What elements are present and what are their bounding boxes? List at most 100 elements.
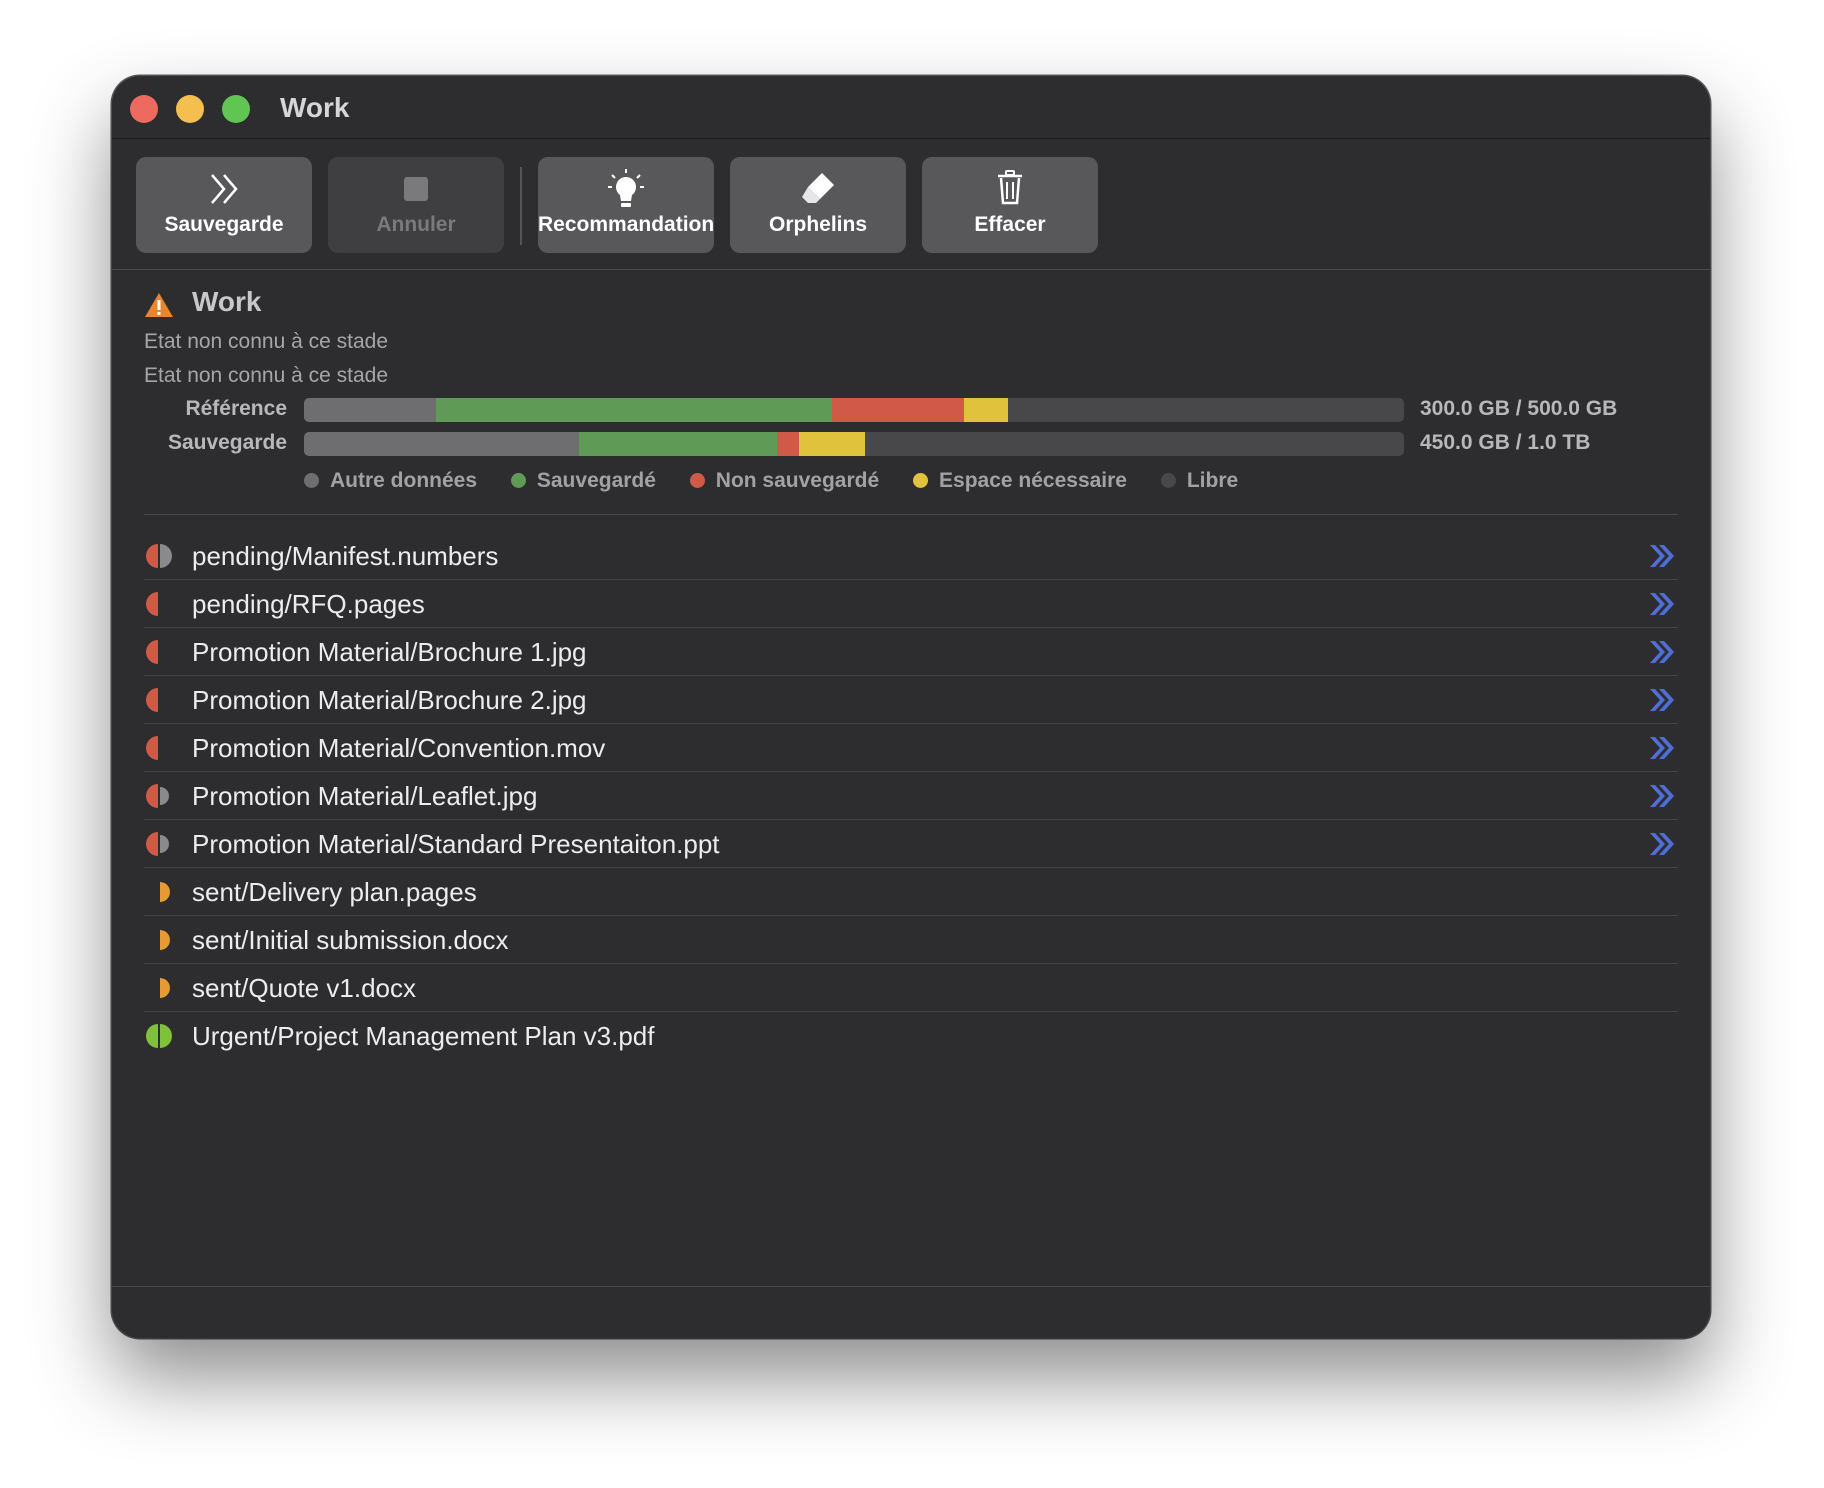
file-row[interactable]: Urgent/Project Management Plan v3.pdf xyxy=(144,1012,1678,1059)
backup-summary: Work Etat non connu à ce stade Etat non … xyxy=(112,270,1710,515)
backup-saved-segment xyxy=(579,432,777,456)
close-window-button[interactable] xyxy=(130,95,158,123)
file-row[interactable]: pending/RFQ.pages xyxy=(144,580,1678,628)
toolbar: Sauvegarde Annuler Recommandation Orphel… xyxy=(112,139,1710,270)
file-row[interactable]: Promotion Material/Standard Presentaiton… xyxy=(144,820,1678,868)
file-row[interactable]: Promotion Material/Brochure 2.jpg xyxy=(144,676,1678,724)
file-path: pending/Manifest.numbers xyxy=(192,541,499,571)
cancel-button[interactable]: Annuler xyxy=(328,157,504,253)
legend-dot xyxy=(510,473,526,488)
legend-label: Autre données xyxy=(330,469,478,492)
backup-file-chevron-icon[interactable] xyxy=(1646,542,1678,570)
recommendation-button[interactable]: Recommandation xyxy=(538,157,714,253)
backup-needed-segment xyxy=(799,432,865,456)
legend-unsaved: Non sauvegardé xyxy=(689,469,880,493)
backup-file-chevron-icon[interactable] xyxy=(1646,686,1678,714)
chevron-double-right-icon xyxy=(211,174,238,204)
backup-file-chevron-icon[interactable] xyxy=(1646,590,1678,618)
file-row[interactable]: sent/Initial submission.docx xyxy=(144,916,1678,964)
file-list: pending/Manifest.numbers pending/RFQ.page… xyxy=(144,532,1678,1059)
backup-status-icon xyxy=(146,832,169,856)
orphans-button-label: Orphelins xyxy=(768,213,868,236)
backup-unsaved-segment xyxy=(777,432,799,456)
title-bar: Work xyxy=(112,76,1710,139)
recommendation-button-label: Recommandation xyxy=(538,213,715,236)
reference-bar-value: 300.0 GB / 500.0 GB xyxy=(1420,397,1618,420)
header-divider xyxy=(144,514,1678,515)
backup-status-icon xyxy=(146,592,158,616)
file-path: Promotion Material/Convention.mov xyxy=(192,733,606,763)
backup-file-chevron-icon[interactable] xyxy=(1646,638,1678,666)
legend-needed: Espace nécessaire xyxy=(913,469,1127,493)
file-path: sent/Initial submission.docx xyxy=(192,925,509,955)
app-window: Work Sauvegarde Annuler Recommandation O… xyxy=(112,76,1710,1338)
backup-usage-bar xyxy=(304,432,1404,456)
backup-status-icon xyxy=(146,736,158,760)
legend-other: Autre données xyxy=(304,469,477,493)
legend-dot xyxy=(689,473,705,488)
usage-legend: Autre données Sauvegardé Non sauvegardé … xyxy=(304,469,1266,495)
warning-triangle-icon xyxy=(145,293,173,317)
window-title: Work xyxy=(280,92,350,123)
erase-button[interactable]: Effacer xyxy=(922,157,1098,253)
footer-divider xyxy=(112,1286,1710,1287)
backup-status-icon xyxy=(146,1024,172,1048)
reference-unsaved-segment xyxy=(832,398,964,422)
zoom-window-button[interactable] xyxy=(222,95,250,123)
set-title: Work xyxy=(192,286,262,317)
file-path: Urgent/Project Management Plan v3.pdf xyxy=(192,1021,655,1051)
lightbulb-icon xyxy=(608,169,644,207)
reference-other-segment xyxy=(304,398,436,422)
backup-bar-label: Sauvegarde xyxy=(167,431,287,454)
reference-saved-segment xyxy=(436,398,832,422)
file-path: Promotion Material/Brochure 1.jpg xyxy=(192,637,587,667)
legend-label: Non sauvegardé xyxy=(715,469,880,492)
legend-label: Espace nécessaire xyxy=(939,469,1127,492)
file-row[interactable]: Promotion Material/Leaflet.jpg xyxy=(144,772,1678,820)
minimize-window-button[interactable] xyxy=(176,95,204,123)
backup-status-icon xyxy=(160,978,170,998)
file-path: pending/RFQ.pages xyxy=(192,589,425,619)
reference-needed-segment xyxy=(964,398,1008,422)
legend-dot xyxy=(304,473,319,488)
file-row[interactable]: Promotion Material/Brochure 1.jpg xyxy=(144,628,1678,676)
file-row[interactable]: sent/Delivery plan.pages xyxy=(144,868,1678,916)
backup-status-icon xyxy=(146,688,158,712)
file-path: sent/Quote v1.docx xyxy=(192,973,417,1003)
file-row[interactable]: sent/Quote v1.docx xyxy=(144,964,1678,1012)
backup-button[interactable]: Sauvegarde xyxy=(136,157,312,253)
erase-button-label: Effacer xyxy=(974,213,1046,236)
state-line-1: Etat non connu à ce stade xyxy=(144,330,389,353)
file-path: Promotion Material/Brochure 2.jpg xyxy=(192,685,587,715)
backup-status-icon xyxy=(160,930,170,950)
cancel-button-label: Annuler xyxy=(376,213,456,236)
backup-file-chevron-icon[interactable] xyxy=(1646,830,1678,858)
file-path: Promotion Material/Standard Presentaiton… xyxy=(192,829,720,859)
backup-bar-value: 450.0 GB / 1.0 TB xyxy=(1420,431,1591,454)
trash-icon xyxy=(998,170,1022,205)
stop-square-icon xyxy=(404,177,428,201)
file-row[interactable]: Promotion Material/Convention.mov xyxy=(144,724,1678,772)
reference-usage-bar xyxy=(304,398,1404,422)
backup-status-icon xyxy=(146,544,172,568)
file-row[interactable]: pending/Manifest.numbers xyxy=(144,532,1678,580)
backup-file-chevron-icon[interactable] xyxy=(1646,782,1678,810)
legend-saved: Sauvegardé xyxy=(510,469,656,493)
file-path: sent/Delivery plan.pages xyxy=(192,877,477,907)
backup-button-label: Sauvegarde xyxy=(164,213,284,236)
file-path: Promotion Material/Leaflet.jpg xyxy=(192,781,538,811)
reference-bar-label: Référence xyxy=(185,397,287,420)
orphans-button[interactable]: Orphelins xyxy=(730,157,906,253)
backup-status-icon xyxy=(160,882,170,902)
backup-file-chevron-icon[interactable] xyxy=(1646,734,1678,762)
legend-dot xyxy=(913,473,929,488)
backup-status-icon xyxy=(146,640,158,664)
state-line-2: Etat non connu à ce stade xyxy=(144,364,389,387)
backup-other-segment xyxy=(304,432,579,456)
legend-free: Libre xyxy=(1160,469,1239,493)
toolbar-separator xyxy=(520,167,522,245)
legend-label: Sauvegardé xyxy=(536,469,656,492)
legend-dot xyxy=(1160,473,1176,488)
legend-label: Libre xyxy=(1186,469,1239,492)
backup-status-icon xyxy=(146,784,169,808)
